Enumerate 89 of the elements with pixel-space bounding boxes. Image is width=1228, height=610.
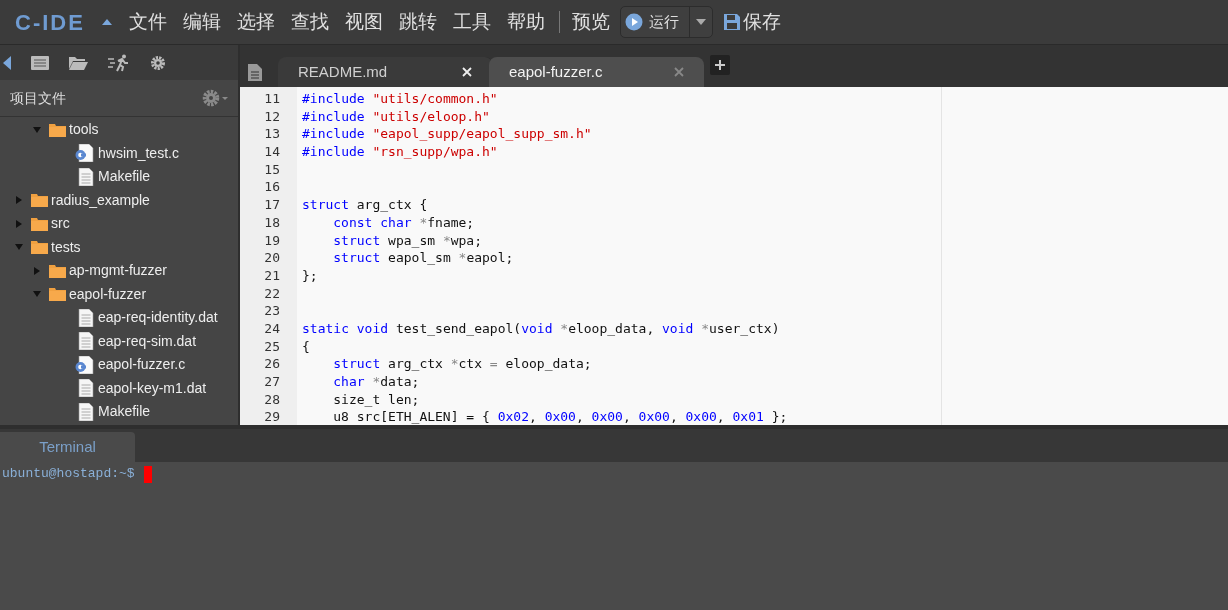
line-number: 25 [264,337,280,356]
folder-name[interactable]: src [51,213,70,235]
app-logo: C-IDE [15,8,85,37]
code-line: static void test_send_eapol(void *eloop_data, void *user_ctx) [302,319,781,338]
line-number: 23 [264,302,280,320]
folder-icon [31,216,48,231]
panel-title: 项目文件 [10,88,66,108]
line-number: 18 [264,213,280,232]
file-name[interactable]: hwsim_test.c [98,142,179,164]
folder-name[interactable]: tests [51,236,81,258]
menu-item[interactable]: 工具 [444,7,499,37]
caret-icon[interactable] [100,18,113,26]
folder-name[interactable]: radius_example [51,189,150,211]
code-line: struct arg_ctx *ctx = eloop_data; [332,355,593,373]
menu-item[interactable]: 帮助 [498,7,553,37]
menu-item[interactable]: 查找 [282,7,337,37]
code-line: { [302,337,311,356]
line-number: 29 [264,408,280,425]
line-number: 11 [264,90,280,108]
menu-item[interactable]: 选择 [228,7,283,37]
dropdown-caret-icon[interactable] [695,19,706,25]
line-number: 21 [264,266,280,285]
file-icon[interactable] [248,64,262,81]
document-icon [75,308,95,327]
line-number: 27 [264,373,280,391]
code-line: char *data; [332,373,421,391]
folder-icon [49,287,66,302]
document-icon [75,402,95,421]
code-line: u8 src[ETH_ALEN] = { 0x02, 0x00, 0x00, 0x00, 0x00, 0x01 }; [332,408,789,425]
play-icon [624,13,643,31]
add-tab-icon[interactable] [710,55,730,75]
menu-item[interactable]: 编辑 [174,7,229,37]
code-line: const char *fname; [332,213,476,232]
file-name[interactable]: eap-req-sim.dat [98,330,197,352]
save-button[interactable]: 保存 [742,7,781,37]
line-number: 16 [264,178,280,197]
code-line: }; [302,266,319,285]
line-number: 26 [264,355,280,373]
line-number: 17 [264,196,280,214]
document-icon [75,167,95,186]
line-number: 20 [264,249,280,267]
menu-item[interactable]: 跳转 [390,7,445,37]
folder-icon [49,122,66,137]
folder-icon[interactable] [69,55,88,70]
code-line: struct arg_ctx { [302,196,429,214]
folder-name[interactable]: eapol-fuzzer [69,283,147,305]
code-line: #include "utils/eloop.h" [302,107,491,126]
terminal-prompt: ubuntu@hostapd:~$ [2,465,135,484]
document-icon [75,379,95,398]
line-number: 22 [264,284,280,303]
line-number: 28 [264,390,280,409]
folder-icon [31,193,48,208]
file-name[interactable]: Makefile [98,401,151,423]
code-line: #include "rsn_supp/wpa.h" [302,143,499,161]
folder-icon [31,240,48,255]
c-file-icon [75,355,95,374]
menu-item[interactable]: 文件 [120,7,175,37]
editor-tab[interactable]: eapol-fuzzer.c [489,57,704,87]
line-number: 14 [264,143,280,161]
document-icon [75,332,95,351]
line-number: 13 [264,125,280,144]
editor-tab[interactable]: README.md [278,57,493,87]
settings-menu-icon[interactable] [202,89,228,107]
file-name[interactable]: eap-req-identity.dat [98,307,218,329]
folder-name[interactable]: ap-mgmt-fuzzer [69,260,168,282]
file-name[interactable]: eapol-key-m1.dat [98,377,207,399]
folder-icon [49,263,66,278]
settings-icon[interactable] [150,54,166,71]
line-number: 19 [264,231,280,250]
line-number: 12 [264,107,280,126]
code-line: size_t len; [332,390,421,409]
running-figure-icon[interactable] [108,53,130,72]
line-number: 15 [264,160,280,179]
code-line: struct wpa_sm *wpa; [332,231,484,250]
preview-menu[interactable]: 预览 [569,7,612,37]
run-button[interactable]: 运行 [619,6,713,38]
file-name[interactable]: Makefile [98,166,151,188]
menu-item[interactable]: 视图 [336,7,391,37]
folder-name[interactable]: tools [69,119,99,141]
save-icon[interactable] [722,13,741,31]
c-file-icon [75,144,95,163]
code-line: struct eapol_sm *eapol; [332,249,515,267]
list-icon[interactable] [31,55,49,70]
collapse-arrow-icon[interactable] [3,55,11,70]
file-name[interactable]: eapol-fuzzer.c [98,354,186,376]
code-line: #include "eapol_supp/eapol_supp_sm.h" [302,125,593,144]
terminal-cursor [143,465,152,483]
line-number: 24 [264,319,280,338]
code-line: #include "utils/common.h" [302,90,499,108]
